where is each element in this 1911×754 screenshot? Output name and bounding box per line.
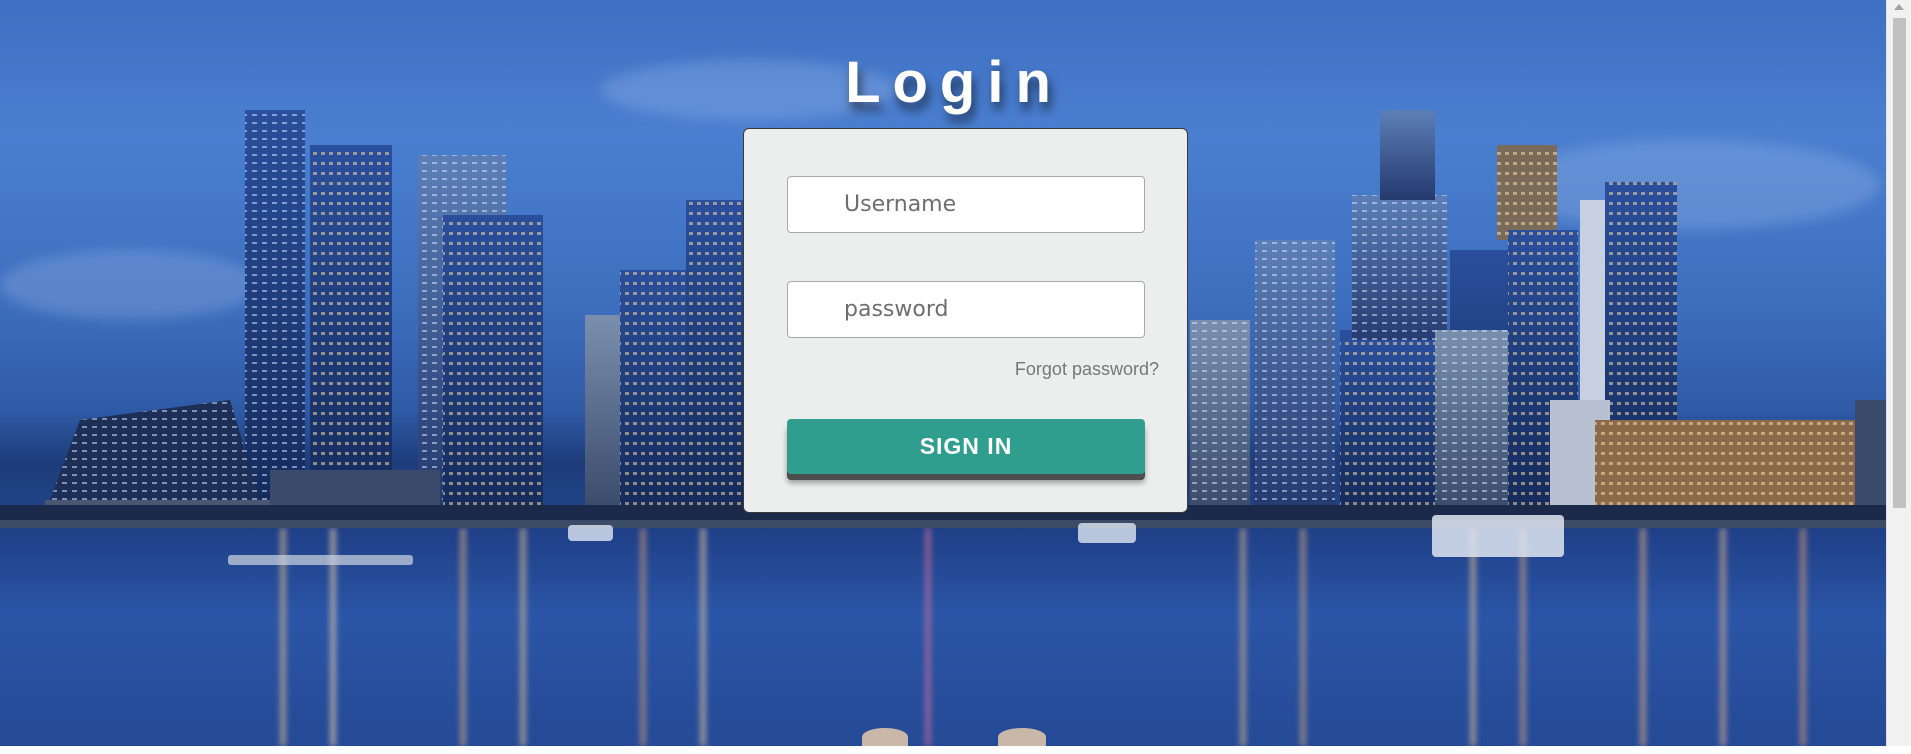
pier-post — [998, 728, 1046, 746]
bottom-strip — [0, 746, 1911, 754]
scroll-thumb[interactable] — [1893, 18, 1906, 508]
pier-post — [862, 728, 908, 746]
sign-in-button[interactable]: SIGN IN — [787, 419, 1145, 474]
boat — [1078, 523, 1136, 543]
page-title: Login — [845, 49, 1063, 115]
boat — [228, 555, 413, 565]
boat — [568, 525, 613, 541]
boat — [1432, 515, 1564, 557]
login-card: Forgot password? SIGN IN — [743, 128, 1188, 513]
scroll-up-arrow-icon[interactable] — [1894, 4, 1904, 10]
vertical-scrollbar[interactable] — [1886, 0, 1911, 746]
username-input[interactable] — [787, 176, 1145, 233]
password-input[interactable] — [787, 281, 1145, 338]
forgot-password-link[interactable]: Forgot password? — [1015, 359, 1159, 380]
